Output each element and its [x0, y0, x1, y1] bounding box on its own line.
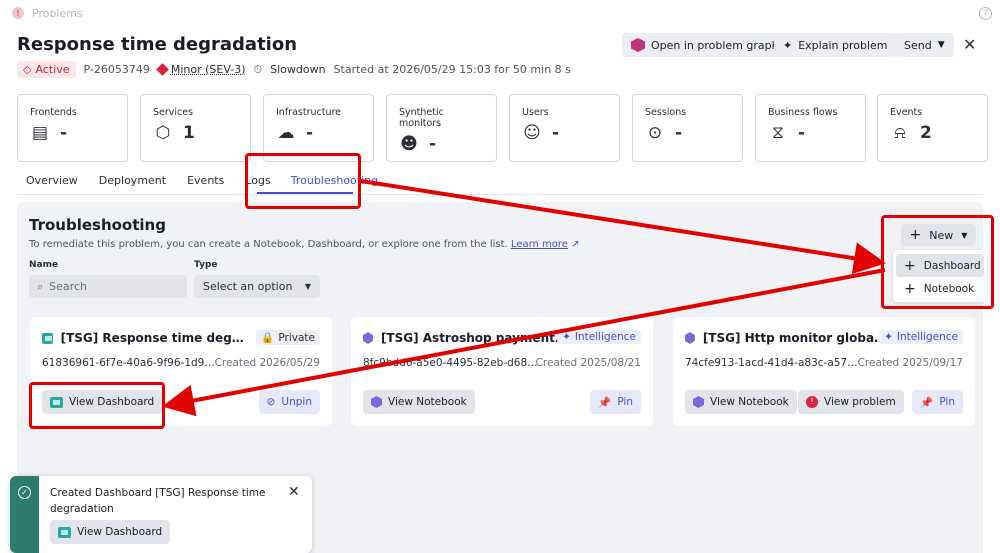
arrow-tab-to-new	[360, 179, 886, 275]
arrow-new-to-dashboard	[162, 268, 886, 417]
annotation-arrows	[162, 179, 886, 417]
